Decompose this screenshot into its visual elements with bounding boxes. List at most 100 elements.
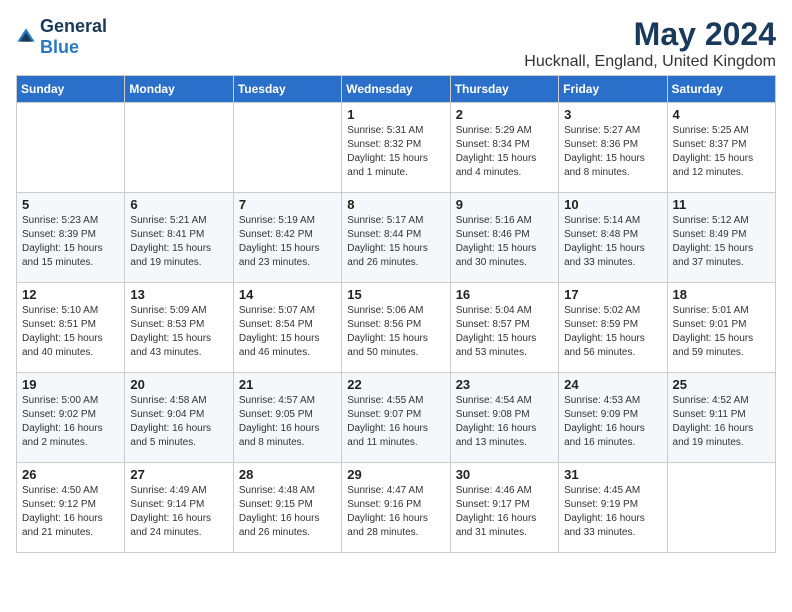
week-row-4: 19 Sunrise: 5:00 AM Sunset: 9:02 PM Dayli… [17,373,776,463]
logo: General Blue [16,16,107,58]
calendar-cell: 31 Sunrise: 4:45 AM Sunset: 9:19 PM Dayli… [559,463,667,553]
calendar-cell: 5 Sunrise: 5:23 AM Sunset: 8:39 PM Daylig… [17,193,125,283]
calendar-cell: 4Sunrise: 5:25 AM Sunset: 8:37 PM Daylig… [667,103,775,193]
day-info: Sunrise: 5:14 AM Sunset: 8:48 PM Dayligh… [564,214,661,270]
day-number: 17 [564,287,661,302]
day-info: Sunrise: 5:00 AM Sunset: 9:02 PM Dayligh… [22,394,119,450]
calendar-cell: 30 Sunrise: 4:46 AM Sunset: 9:17 PM Dayli… [450,463,558,553]
column-header-sunday: Sunday [17,76,125,103]
day-number: 30 [456,467,553,482]
day-info: Sunrise: 5:02 AM Sunset: 8:59 PM Dayligh… [564,304,661,360]
page-header: General Blue May 2024 Hucknall, England,… [16,16,776,71]
day-number: 7 [239,197,336,212]
column-header-tuesday: Tuesday [233,76,341,103]
day-number: 26 [22,467,119,482]
day-number: 1 [347,107,444,122]
calendar-cell: 26 Sunrise: 4:50 AM Sunset: 9:12 PM Dayli… [17,463,125,553]
column-header-wednesday: Wednesday [342,76,450,103]
calendar-cell: 21 Sunrise: 4:57 AM Sunset: 9:05 PM Dayli… [233,373,341,463]
day-info: Sunrise: 4:47 AM Sunset: 9:16 PM Dayligh… [347,484,444,540]
day-info: Sunrise: 5:17 AM Sunset: 8:44 PM Dayligh… [347,214,444,270]
day-info: Sunrise: 4:52 AM Sunset: 9:11 PM Dayligh… [673,394,770,450]
day-number: 23 [456,377,553,392]
day-info: Sunrise: 5:04 AM Sunset: 8:57 PM Dayligh… [456,304,553,360]
day-number: 10 [564,197,661,212]
day-info: Sunrise: 5:09 AM Sunset: 8:53 PM Dayligh… [130,304,227,360]
calendar-cell: 2 Sunrise: 5:29 AM Sunset: 8:34 PM Daylig… [450,103,558,193]
column-header-monday: Monday [125,76,233,103]
day-info: Sunrise: 5:31 AM Sunset: 8:32 PM Dayligh… [347,124,444,180]
day-number: 27 [130,467,227,482]
logo-general: General [40,16,107,36]
day-number: 22 [347,377,444,392]
day-number: 4 [673,107,770,122]
week-row-1: 1 Sunrise: 5:31 AM Sunset: 8:32 PM Daylig… [17,103,776,193]
day-info: Sunrise: 4:49 AM Sunset: 9:14 PM Dayligh… [130,484,227,540]
calendar-cell: 17 Sunrise: 5:02 AM Sunset: 8:59 PM Dayli… [559,283,667,373]
calendar-cell: 7 Sunrise: 5:19 AM Sunset: 8:42 PM Daylig… [233,193,341,283]
day-number: 31 [564,467,661,482]
calendar-cell: 15Sunrise: 5:06 AM Sunset: 8:56 PM Dayli… [342,283,450,373]
calendar-cell [17,103,125,193]
day-number: 6 [130,197,227,212]
day-info: Sunrise: 5:01 AM Sunset: 9:01 PM Dayligh… [673,304,770,360]
day-info: Sunrise: 5:19 AM Sunset: 8:42 PM Dayligh… [239,214,336,270]
calendar-cell: 6 Sunrise: 5:21 AM Sunset: 8:41 PM Daylig… [125,193,233,283]
day-number: 29 [347,467,444,482]
day-info: Sunrise: 5:16 AM Sunset: 8:46 PM Dayligh… [456,214,553,270]
day-info: Sunrise: 5:07 AM Sunset: 8:54 PM Dayligh… [239,304,336,360]
day-number: 24 [564,377,661,392]
calendar-cell: 24 Sunrise: 4:53 AM Sunset: 9:09 PM Dayli… [559,373,667,463]
calendar-cell: 9Sunrise: 5:16 AM Sunset: 8:46 PM Daylig… [450,193,558,283]
day-number: 2 [456,107,553,122]
column-header-friday: Friday [559,76,667,103]
day-info: Sunrise: 4:46 AM Sunset: 9:17 PM Dayligh… [456,484,553,540]
calendar-cell: 28 Sunrise: 4:48 AM Sunset: 9:15 PM Dayli… [233,463,341,553]
day-number: 28 [239,467,336,482]
day-number: 8 [347,197,444,212]
day-number: 13 [130,287,227,302]
day-number: 20 [130,377,227,392]
day-number: 12 [22,287,119,302]
calendar-cell: 10 Sunrise: 5:14 AM Sunset: 8:48 PM Dayli… [559,193,667,283]
day-info: Sunrise: 4:53 AM Sunset: 9:09 PM Dayligh… [564,394,661,450]
calendar-cell: 20Sunrise: 4:58 AM Sunset: 9:04 PM Dayli… [125,373,233,463]
day-number: 21 [239,377,336,392]
calendar-cell: 18Sunrise: 5:01 AM Sunset: 9:01 PM Dayli… [667,283,775,373]
day-info: Sunrise: 4:48 AM Sunset: 9:15 PM Dayligh… [239,484,336,540]
logo-blue: Blue [40,37,79,57]
column-header-thursday: Thursday [450,76,558,103]
week-row-2: 5 Sunrise: 5:23 AM Sunset: 8:39 PM Daylig… [17,193,776,283]
calendar-cell [667,463,775,553]
day-number: 3 [564,107,661,122]
day-number: 5 [22,197,119,212]
calendar-cell: 8 Sunrise: 5:17 AM Sunset: 8:44 PM Daylig… [342,193,450,283]
calendar-cell: 23Sunrise: 4:54 AM Sunset: 9:08 PM Dayli… [450,373,558,463]
calendar-table: SundayMondayTuesdayWednesdayThursdayFrid… [16,75,776,553]
day-info: Sunrise: 4:57 AM Sunset: 9:05 PM Dayligh… [239,394,336,450]
title-section: May 2024 Hucknall, England, United Kingd… [524,16,776,71]
calendar-cell: 3 Sunrise: 5:27 AM Sunset: 8:36 PM Daylig… [559,103,667,193]
day-info: Sunrise: 5:27 AM Sunset: 8:36 PM Dayligh… [564,124,661,180]
subtitle: Hucknall, England, United Kingdom [524,53,776,71]
calendar-cell: 25 Sunrise: 4:52 AM Sunset: 9:11 PM Dayli… [667,373,775,463]
column-header-saturday: Saturday [667,76,775,103]
day-info: Sunrise: 4:45 AM Sunset: 9:19 PM Dayligh… [564,484,661,540]
day-info: Sunrise: 5:12 AM Sunset: 8:49 PM Dayligh… [673,214,770,270]
week-row-5: 26 Sunrise: 4:50 AM Sunset: 9:12 PM Dayli… [17,463,776,553]
day-info: Sunrise: 5:21 AM Sunset: 8:41 PM Dayligh… [130,214,227,270]
day-info: Sunrise: 5:29 AM Sunset: 8:34 PM Dayligh… [456,124,553,180]
day-info: Sunrise: 5:10 AM Sunset: 8:51 PM Dayligh… [22,304,119,360]
day-number: 25 [673,377,770,392]
day-info: Sunrise: 4:50 AM Sunset: 9:12 PM Dayligh… [22,484,119,540]
day-info: Sunrise: 5:23 AM Sunset: 8:39 PM Dayligh… [22,214,119,270]
calendar-cell: 1 Sunrise: 5:31 AM Sunset: 8:32 PM Daylig… [342,103,450,193]
day-info: Sunrise: 5:06 AM Sunset: 8:56 PM Dayligh… [347,304,444,360]
day-info: Sunrise: 4:55 AM Sunset: 9:07 PM Dayligh… [347,394,444,450]
calendar-cell: 12 Sunrise: 5:10 AM Sunset: 8:51 PM Dayli… [17,283,125,373]
calendar-cell: 11Sunrise: 5:12 AM Sunset: 8:49 PM Dayli… [667,193,775,283]
day-number: 16 [456,287,553,302]
calendar-cell [233,103,341,193]
logo-text: General Blue [40,16,107,58]
day-number: 19 [22,377,119,392]
